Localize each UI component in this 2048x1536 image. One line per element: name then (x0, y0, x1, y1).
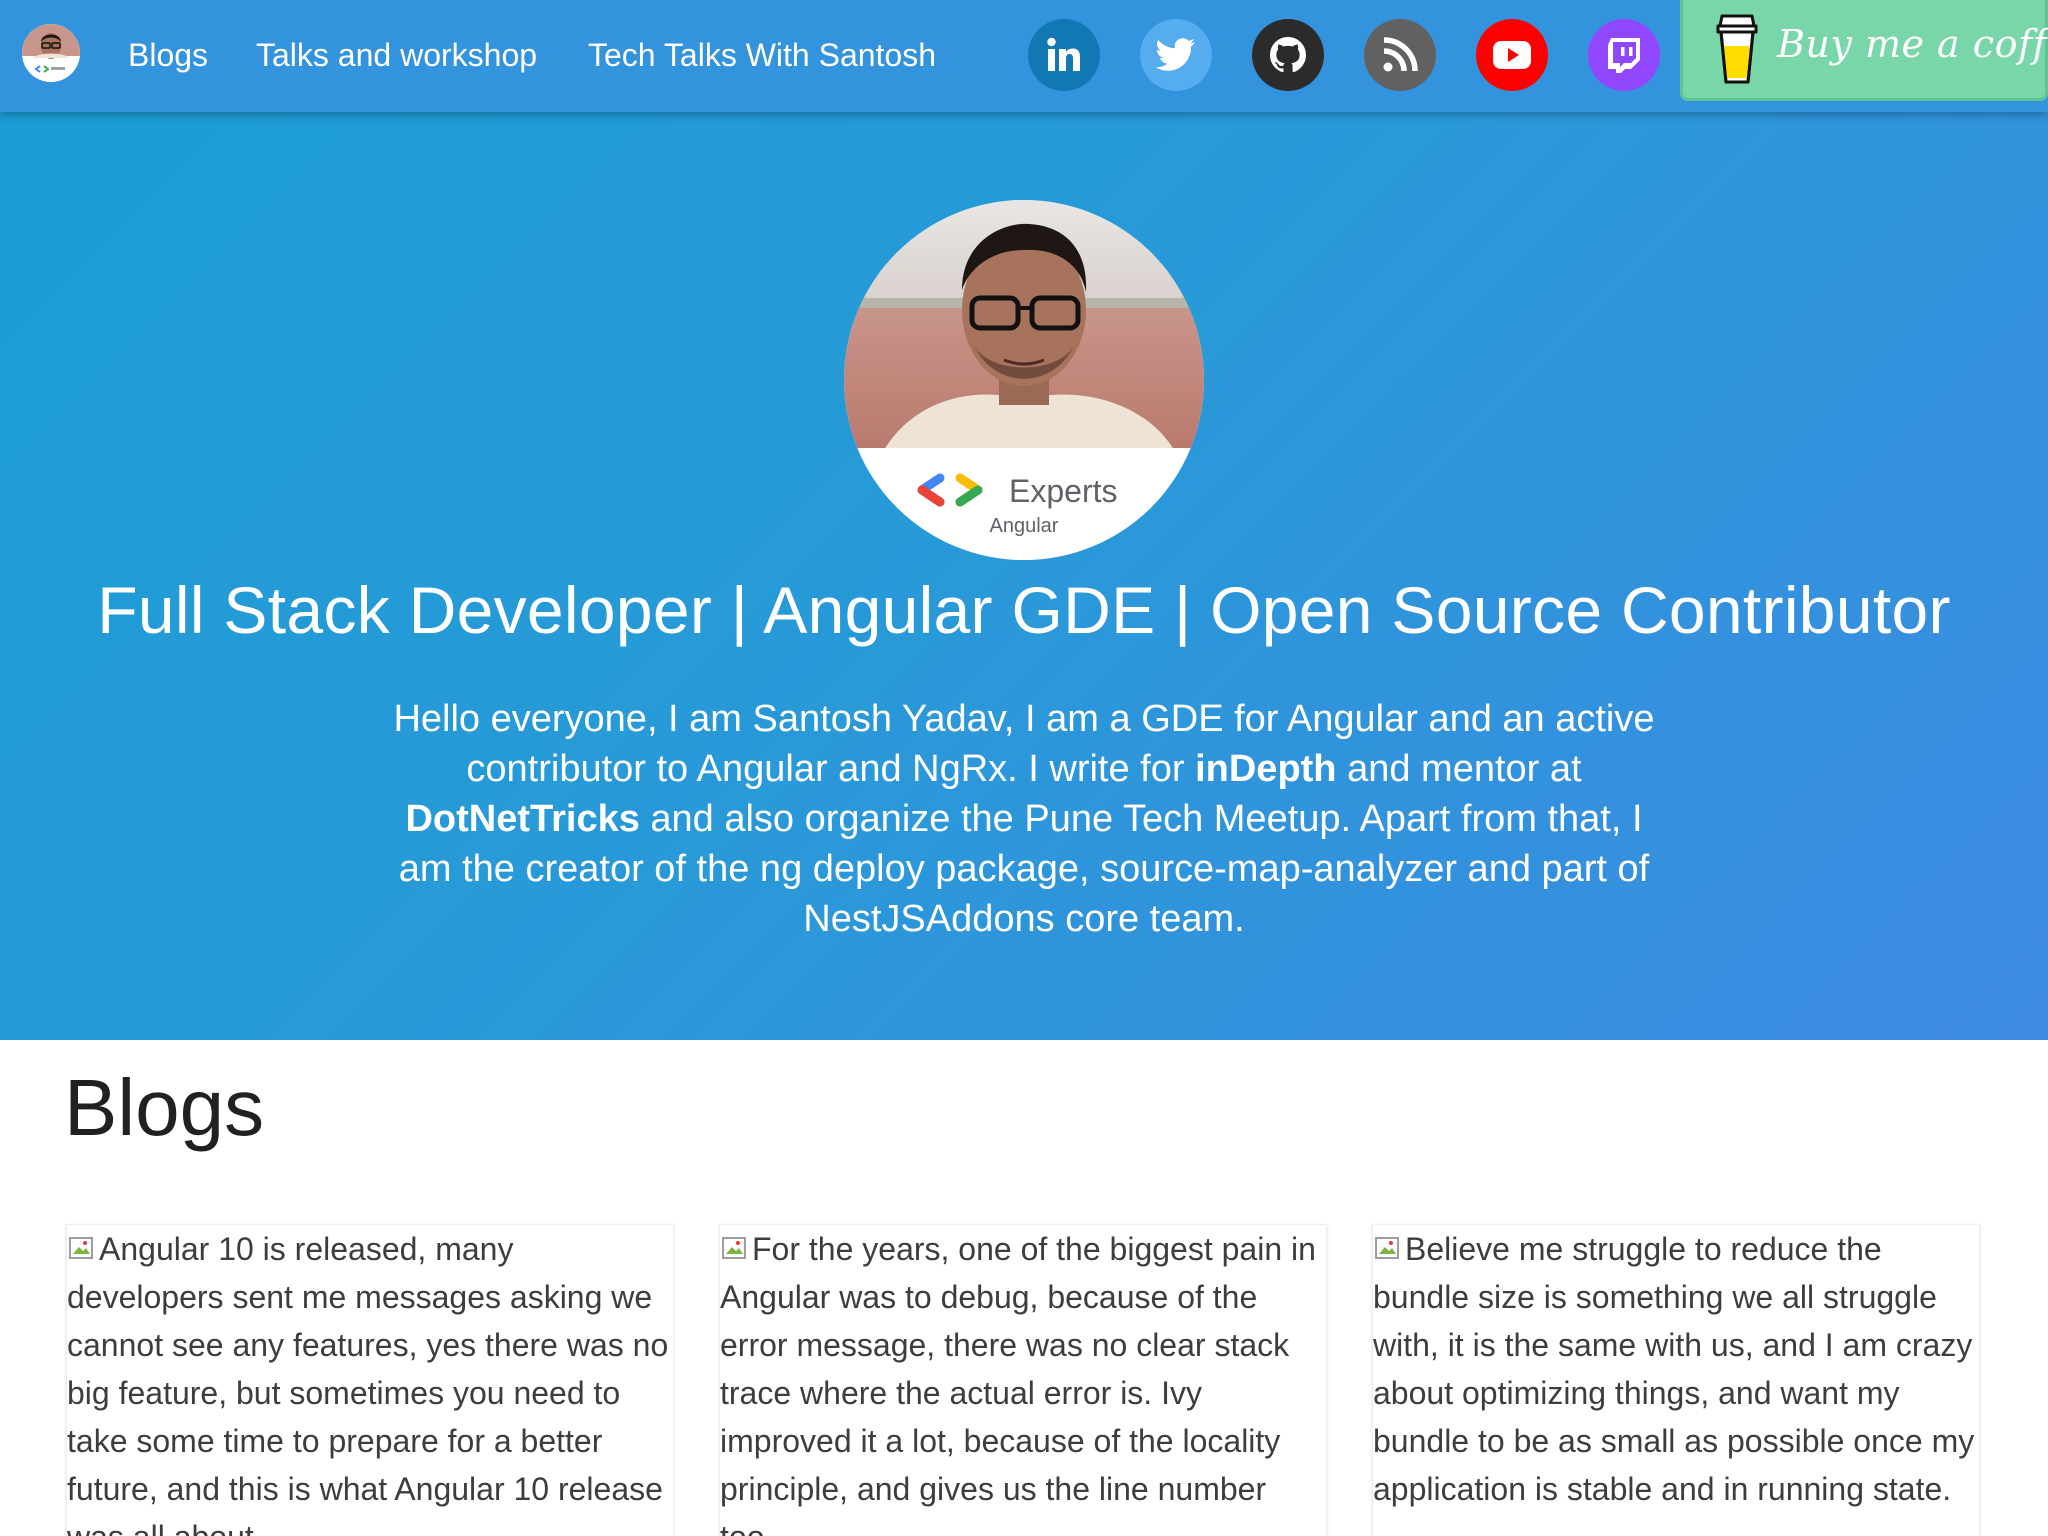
top-navbar: Blogs Talks and workshop Tech Talks With… (0, 0, 2048, 112)
broken-image-icon (722, 1237, 746, 1259)
blog-card-alt-text: Believe me struggle to reduce the bundle… (1373, 1231, 1975, 1507)
rss-button[interactable] (1364, 19, 1436, 91)
broken-image-icon (69, 1237, 93, 1259)
twitter-icon (1156, 38, 1195, 71)
twitter-button[interactable] (1140, 19, 1212, 91)
intro-text-2: and mentor at (1336, 748, 1582, 790)
rss-icon (1383, 37, 1418, 72)
linkedin-icon (1047, 37, 1080, 71)
profile-photo: Experts Angular (844, 200, 1204, 560)
nav-avatar[interactable] (22, 24, 80, 82)
indepth-link[interactable]: inDepth (1195, 748, 1336, 790)
nav-link-blogs[interactable]: Blogs (128, 33, 208, 77)
buy-me-a-coffee-label: Buy me a coffee (1777, 22, 2048, 66)
youtube-icon (1493, 41, 1531, 69)
github-icon (1270, 37, 1306, 73)
buy-me-a-coffee-button[interactable]: Buy me a coffee (1680, 0, 2048, 101)
hero-intro: Hello everyone, I am Santosh Yadav, I am… (374, 694, 1674, 944)
nav-link-tech-talks[interactable]: Tech Talks With Santosh (588, 33, 936, 77)
twitch-icon (1608, 38, 1640, 73)
blog-card-alt-text: For the years, one of the biggest pain i… (720, 1231, 1316, 1536)
blogs-section-title: Blogs (64, 1063, 265, 1152)
experts-badge-label: Experts (1009, 473, 1117, 509)
twitch-button[interactable] (1588, 19, 1660, 91)
linkedin-button[interactable] (1028, 19, 1100, 91)
blog-card[interactable]: For the years, one of the biggest pain i… (719, 1224, 1327, 1536)
coffee-cup-icon (1716, 14, 1758, 84)
blog-card-image-alt[interactable]: Believe me struggle to reduce the bundle… (1373, 1225, 1979, 1513)
blog-card[interactable]: Angular 10 is released, many developers … (66, 1224, 674, 1536)
github-button[interactable] (1252, 19, 1324, 91)
blog-card-image-alt[interactable]: For the years, one of the biggest pain i… (720, 1225, 1326, 1536)
hero-title: Full Stack Developer | Angular GDE | Ope… (97, 573, 1951, 647)
dotnettricks-link[interactable]: DotNetTricks (405, 798, 639, 840)
blog-card-alt-text: Angular 10 is released, many developers … (67, 1231, 669, 1536)
experts-badge-sublabel: Angular (990, 515, 1059, 537)
youtube-button[interactable] (1476, 19, 1548, 91)
hero-section: Experts Angular Full Stack Developer | A… (0, 0, 2048, 1040)
nav-link-talks[interactable]: Talks and workshop (256, 33, 537, 77)
blog-card-image-alt[interactable]: Angular 10 is released, many developers … (67, 1225, 673, 1536)
blog-card[interactable]: Believe me struggle to reduce the bundle… (1372, 1224, 1980, 1536)
broken-image-icon (1375, 1237, 1399, 1259)
